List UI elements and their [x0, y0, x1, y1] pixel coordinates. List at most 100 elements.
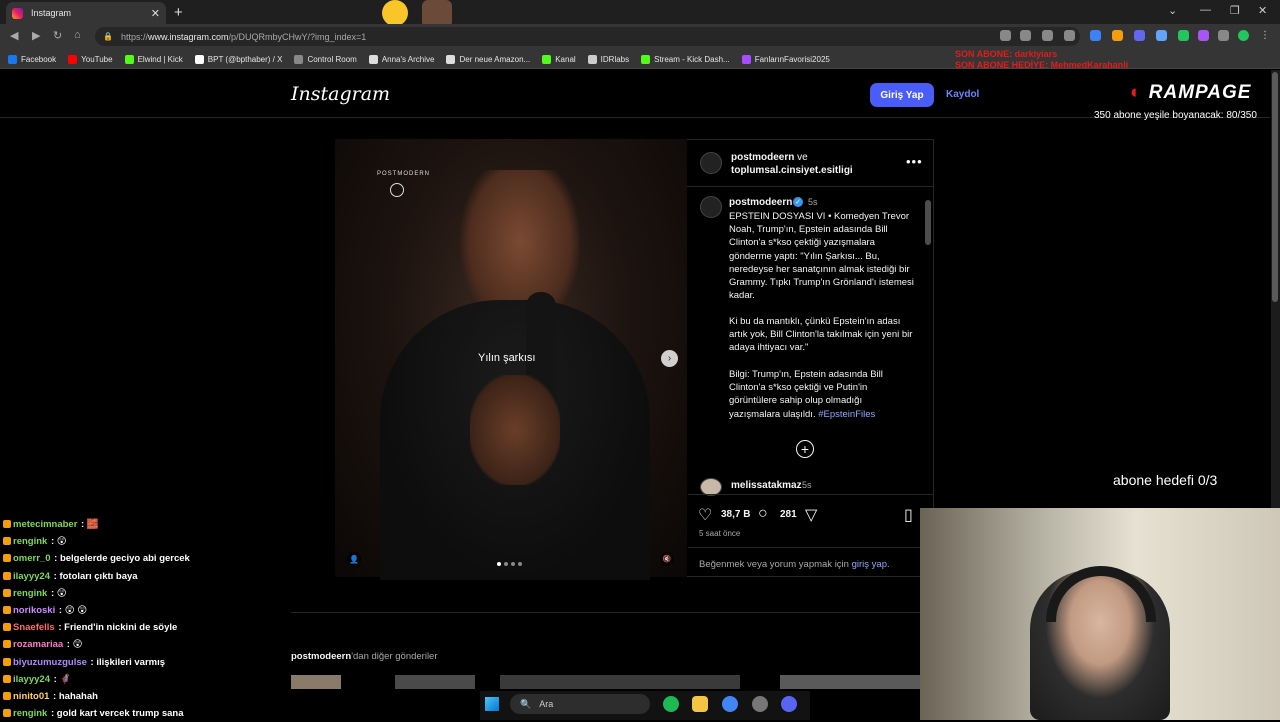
next-slide-icon[interactable]: › [661, 350, 678, 367]
stream-chat: metecimnaber : 🧱 rengink : 😲 omerr_0 : bel… [3, 516, 263, 722]
more-post-thumbnail[interactable] [291, 675, 341, 689]
share-send-icon[interactable]: ▽ [805, 505, 817, 525]
hashtag-link[interactable]: #EpsteinFiles [818, 409, 875, 420]
chrome-icon[interactable] [722, 696, 738, 712]
load-more-comments-icon[interactable]: + [796, 440, 814, 458]
signup-link[interactable]: Kaydol [946, 89, 979, 100]
bookmark-item[interactable]: Elwind | Kick [124, 54, 183, 64]
bookmark-item[interactable]: FanlarınFavorisi2025 [741, 54, 830, 64]
extension-icon[interactable] [1134, 30, 1145, 41]
bookmark-item[interactable]: Kanal [542, 54, 576, 64]
comments-scroll-thumb[interactable] [925, 200, 931, 245]
media-caption-overlay: Yılın şarkısı [478, 352, 536, 364]
chat-text: 🦸 [59, 673, 72, 685]
tagged-users-icon[interactable]: 👤 [347, 552, 361, 566]
url-bar[interactable]: 🔒 https://www.instagram.com/p/DUQRmbyCHw… [95, 27, 1080, 46]
chat-username[interactable]: ilayyy24 [13, 674, 50, 685]
extension-icon[interactable] [1156, 30, 1167, 41]
chat-username[interactable]: norikoski [13, 605, 55, 616]
reload-icon[interactable]: ↻ [53, 29, 62, 42]
browser-tab-instagram[interactable]: Instagram ✕ [6, 2, 166, 24]
tab-close-icon[interactable]: ✕ [151, 7, 160, 20]
comment-bubble-icon[interactable]: ○ [758, 505, 768, 523]
instagram-logo[interactable]: Instagram [291, 83, 390, 105]
extension-icon[interactable] [1198, 30, 1209, 41]
more-post-thumbnail[interactable] [395, 675, 475, 689]
chat-username[interactable]: ninito01 [13, 691, 49, 702]
save-bookmark-icon[interactable]: ▯ [904, 505, 913, 525]
sidebar-icon[interactable] [1218, 30, 1229, 41]
chat-username[interactable]: Snaefells [13, 622, 55, 633]
comment-time: 5s [802, 480, 812, 490]
new-tab-button[interactable]: + [174, 4, 183, 21]
more-post-thumbnail[interactable] [500, 675, 740, 689]
chat-separator: : [55, 622, 65, 634]
chat-message: omerr_0 : belgelerde geciyo abi gercek [3, 550, 263, 567]
chat-message: biyuzumuzgulse : ilişkileri varmış [3, 654, 263, 671]
search-icon: 🔍 [520, 698, 532, 709]
extension-icon[interactable] [1178, 30, 1189, 41]
download-icon[interactable] [1000, 30, 1011, 41]
tab-search-icon[interactable]: ⌄ [1168, 4, 1177, 17]
bookmark-label: Facebook [21, 54, 57, 64]
bookmark-item[interactable]: Control Room [294, 54, 357, 64]
app-icon[interactable] [752, 696, 768, 712]
page-scroll-thumb[interactable] [1272, 72, 1278, 302]
sub-goal-text: abone hedefi 0/3 [1113, 472, 1218, 488]
discord-icon[interactable] [781, 696, 797, 712]
minimize-icon[interactable]: — [1200, 4, 1211, 16]
login-button[interactable]: Giriş Yap [870, 83, 934, 107]
chat-username[interactable]: ilayyy24 [13, 571, 50, 582]
chat-username[interactable]: rengink [13, 588, 47, 599]
spotify-icon[interactable] [663, 696, 679, 712]
chat-text: gold kart vercek trump sana [56, 708, 184, 720]
share-icon[interactable] [1042, 30, 1053, 41]
chat-username[interactable]: rengink [13, 536, 47, 547]
bookmark-item[interactable]: BPT (@bpthaber) / X [194, 54, 282, 64]
login-prompt-link[interactable]: giriş yap [852, 559, 887, 570]
more-post-thumbnail[interactable] [780, 675, 920, 689]
like-heart-icon[interactable]: ♡ [698, 505, 712, 525]
more-posts-user[interactable]: postmodeern [291, 651, 351, 662]
mute-icon[interactable]: 🔇 [660, 552, 674, 566]
collab-username[interactable]: toplumsal.cinsiyet.esitligi [731, 165, 853, 176]
bookmark-label: Elwind | Kick [137, 54, 183, 64]
chat-username[interactable]: omerr_0 [13, 553, 51, 564]
chat-username[interactable]: metecimnaber [13, 519, 77, 530]
chat-username[interactable]: rengink [13, 708, 47, 719]
comment-username[interactable]: melissatakmaz [731, 480, 802, 491]
caption-time: 5s [808, 197, 818, 207]
chat-username[interactable]: biyuzumuzgulse [13, 657, 87, 668]
more-options-icon[interactable]: ••• [906, 154, 923, 169]
bookmark-item[interactable]: Stream - Kick Dash... [641, 54, 730, 64]
caption-paragraph-2: Ki bu da mantıklı, çünkü Epstein'ın adas… [729, 316, 913, 354]
caption-avatar[interactable] [700, 196, 722, 218]
file-explorer-icon[interactable] [692, 696, 708, 712]
zoom-icon[interactable] [1020, 30, 1031, 41]
forward-icon[interactable]: ▶ [32, 29, 40, 42]
maximize-icon[interactable]: ❐ [1230, 4, 1240, 17]
profile-avatar-icon[interactable] [1238, 30, 1249, 41]
menu-icon[interactable]: ⋮ [1260, 30, 1271, 41]
extension-icon[interactable] [1112, 30, 1123, 41]
author-avatar[interactable] [700, 152, 722, 174]
bookmark-star-icon[interactable] [1064, 30, 1075, 41]
chat-username[interactable]: rozamariaa [13, 639, 63, 650]
bookmark-icon [124, 54, 134, 64]
bookmark-item[interactable]: Facebook [8, 54, 57, 64]
home-icon[interactable]: ⌂ [74, 29, 81, 41]
chat-message: ninito01 : hahahah [3, 688, 263, 705]
close-window-icon[interactable]: ✕ [1258, 4, 1267, 17]
taskbar-search[interactable]: 🔍 Ara [510, 694, 650, 714]
author-username[interactable]: postmodeern [731, 152, 794, 163]
extension-icon[interactable] [1090, 30, 1101, 41]
chat-badge-icon [3, 537, 11, 546]
bookmark-item[interactable]: Anna's Archive [368, 54, 434, 64]
caption-username[interactable]: postmodeern [729, 197, 792, 208]
windows-start-icon[interactable] [485, 697, 499, 711]
bookmark-item[interactable]: IDRlabs [587, 54, 629, 64]
bookmark-item[interactable]: Der neue Amazon... [446, 54, 530, 64]
bookmark-item[interactable]: YouTube [68, 54, 113, 64]
back-icon[interactable]: ◀ [10, 29, 18, 42]
chat-message: Snaefells : Friend'in nickini de söyle [3, 619, 263, 636]
